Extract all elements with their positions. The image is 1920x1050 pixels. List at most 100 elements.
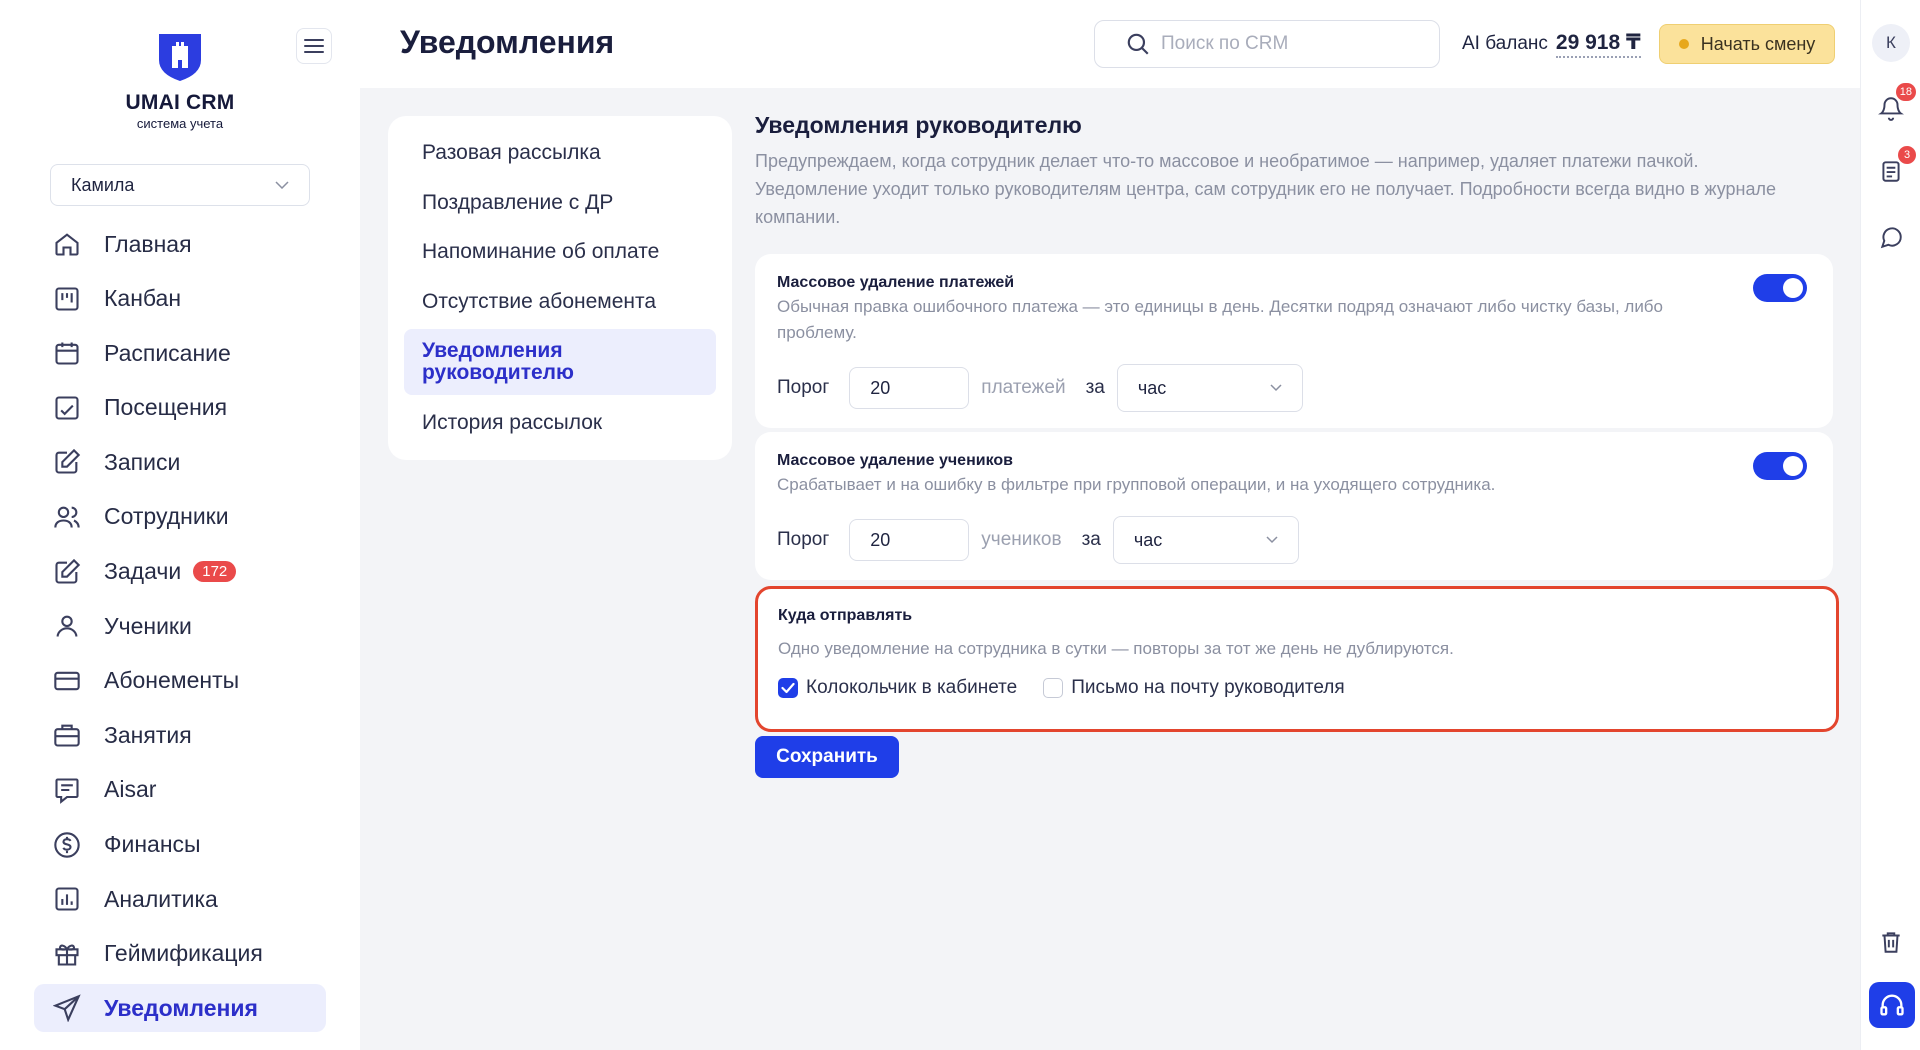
bell-checkbox-label[interactable]: Колокольчик в кабинете xyxy=(806,677,1017,699)
bell-badge: 18 xyxy=(1895,83,1916,101)
card-icon xyxy=(52,666,82,696)
students-period-select[interactable]: час xyxy=(1112,516,1299,564)
branch-select[interactable]: Камила xyxy=(50,164,310,206)
chat-bubble-icon xyxy=(1880,227,1902,249)
support-button[interactable] xyxy=(1869,982,1915,1028)
documents-badge: 3 xyxy=(1898,146,1916,164)
nav-item-finance[interactable]: Финансы xyxy=(34,821,326,869)
search-box[interactable] xyxy=(1094,20,1440,68)
email-checkbox-label[interactable]: Письмо на почту руководителя xyxy=(1071,677,1344,699)
submenu-item-manager-notifications[interactable]: Уведомления руководителю xyxy=(404,329,716,395)
start-shift-button[interactable]: Начать смену xyxy=(1659,24,1835,64)
ai-balance-value[interactable]: 29 918 ₸ xyxy=(1555,30,1641,58)
nav-item-home[interactable]: Главная xyxy=(34,220,326,268)
menu-toggle-button[interactable] xyxy=(296,28,332,64)
main-content: Разовая рассылка Поздравление с ДР Напом… xyxy=(360,88,1860,1050)
nav-item-gamification[interactable]: Геймификация xyxy=(34,930,326,978)
calendar-icon xyxy=(52,338,82,368)
payments-period-select[interactable]: час xyxy=(1116,364,1303,412)
notifications-submenu: Разовая рассылка Поздравление с ДР Напом… xyxy=(388,116,732,460)
brand-logo[interactable]: UMAI CRM система учета xyxy=(120,32,240,131)
save-button[interactable]: Сохранить xyxy=(755,736,899,778)
sidebar: UMAI CRM система учета Камила Главная Ка… xyxy=(0,0,360,1050)
period-value: час xyxy=(1137,377,1167,398)
gift-icon xyxy=(52,939,82,969)
per-label: за xyxy=(1085,377,1105,398)
trash-button[interactable] xyxy=(1876,927,1906,957)
nav-item-notifications[interactable]: Уведомления xyxy=(34,984,326,1033)
manager-notifications-section: Уведомления руководителю Предупреждаем, … xyxy=(755,112,1839,778)
submenu-item-birthday[interactable]: Поздравление с ДР xyxy=(404,181,716,225)
castle-shield-icon xyxy=(159,34,201,81)
bell-checkbox[interactable] xyxy=(778,678,798,698)
nav-item-label: Главная xyxy=(104,230,192,257)
students-threshold-input[interactable]: 20 xyxy=(849,519,970,561)
nav-item-label: Канбан xyxy=(104,285,182,312)
destination-title: Куда отправлять xyxy=(778,607,913,624)
submenu-item-payment-reminder[interactable]: Напоминание об оплате xyxy=(404,230,716,274)
nav-item-label: Расписание xyxy=(104,339,231,366)
nav-item-lessons[interactable]: Занятия xyxy=(34,711,326,759)
documents-icon xyxy=(1882,161,1900,182)
destination-card: Куда отправлять Одно уведомление на сотр… xyxy=(755,586,1839,732)
start-shift-label: Начать смену xyxy=(1700,33,1816,54)
hamburger-icon xyxy=(304,39,324,53)
page-title: Уведомления xyxy=(400,24,615,60)
submenu-item-mailing-history[interactable]: История рассылок xyxy=(404,401,716,445)
students-card-subtitle: Срабатывает и на ошибку в фильтре при гр… xyxy=(777,475,1496,494)
home-icon xyxy=(52,229,82,259)
task-icon xyxy=(52,557,82,587)
chat-button[interactable] xyxy=(1876,222,1906,252)
ai-balance-label: AI баланс xyxy=(1462,33,1548,54)
nav-item-label: Ученики xyxy=(104,612,192,639)
right-rail: К 18 3 xyxy=(1860,0,1920,1050)
destination-options: Колокольчик в кабинете Письмо на почту р… xyxy=(778,677,1816,699)
analytics-icon xyxy=(52,884,82,914)
brand-subtitle: система учета xyxy=(136,116,224,131)
edit-icon xyxy=(52,447,82,477)
destination-subtitle: Одно уведомление на сотрудника в сутки —… xyxy=(778,639,1454,658)
nav-item-label: Уведомления xyxy=(104,994,258,1021)
nav-item-label: Aisar xyxy=(104,776,157,803)
students-unit: учеников xyxy=(981,529,1062,550)
nav-item-records[interactable]: Записи xyxy=(34,438,326,486)
nav-item-label: Абонементы xyxy=(104,667,240,694)
per-label: за xyxy=(1081,529,1101,550)
payments-deletion-card: Массовое удаление платежей Обычная правк… xyxy=(755,254,1833,428)
submenu-item-no-subscription[interactable]: Отсутствие абонемента xyxy=(404,280,716,324)
notifications-bell-button[interactable]: 18 xyxy=(1876,83,1916,123)
nav-item-schedule[interactable]: Расписание xyxy=(34,329,326,377)
submenu-item-one-time-mailing[interactable]: Разовая рассылка xyxy=(404,131,716,175)
nav-item-kanban[interactable]: Канбан xyxy=(34,275,326,323)
nav-item-subscriptions[interactable]: Абонементы xyxy=(34,657,326,705)
nav-item-staff[interactable]: Сотрудники xyxy=(34,493,326,541)
email-checkbox[interactable] xyxy=(1043,678,1064,698)
nav-item-label: Задачи xyxy=(104,558,182,585)
kanban-icon xyxy=(52,284,82,314)
payments-toggle[interactable] xyxy=(1753,274,1807,302)
search-input[interactable] xyxy=(1161,33,1421,55)
students-card-title: Массовое удаление учеников xyxy=(777,452,1013,469)
trash-icon xyxy=(1882,932,1900,953)
payments-unit: платежей xyxy=(981,377,1066,398)
nav-item-aisar[interactable]: Aisar xyxy=(34,766,326,814)
nav-item-tasks[interactable]: Задачи 172 xyxy=(34,548,326,596)
payments-threshold-row: Порог 20 платежей за час xyxy=(777,364,1811,412)
main-nav: Главная Канбан Расписание Посещения Запи… xyxy=(34,220,326,1039)
nav-item-label: Записи xyxy=(104,448,181,475)
nav-item-label: Геймификация xyxy=(104,940,263,967)
top-bar: Уведомления AI баланс 29 918 ₸ Начать см… xyxy=(360,0,1860,88)
payments-threshold-input[interactable]: 20 xyxy=(849,367,970,409)
nav-item-students[interactable]: Ученики xyxy=(34,602,326,650)
headset-icon xyxy=(1880,994,1904,1016)
users-icon xyxy=(52,502,82,532)
nav-item-analytics[interactable]: Аналитика xyxy=(34,875,326,923)
students-toggle[interactable] xyxy=(1753,452,1807,480)
section-description: Предупреждаем, когда сотрудник делает чт… xyxy=(755,151,1777,227)
avatar[interactable]: К xyxy=(1872,24,1910,62)
send-icon xyxy=(52,993,82,1023)
students-threshold-row: Порог 20 учеников за час xyxy=(777,516,1811,564)
documents-button[interactable]: 3 xyxy=(1876,146,1916,186)
students-deletion-card: Массовое удаление учеников Срабатывает и… xyxy=(755,432,1833,580)
nav-item-visits[interactable]: Посещения xyxy=(34,384,326,432)
